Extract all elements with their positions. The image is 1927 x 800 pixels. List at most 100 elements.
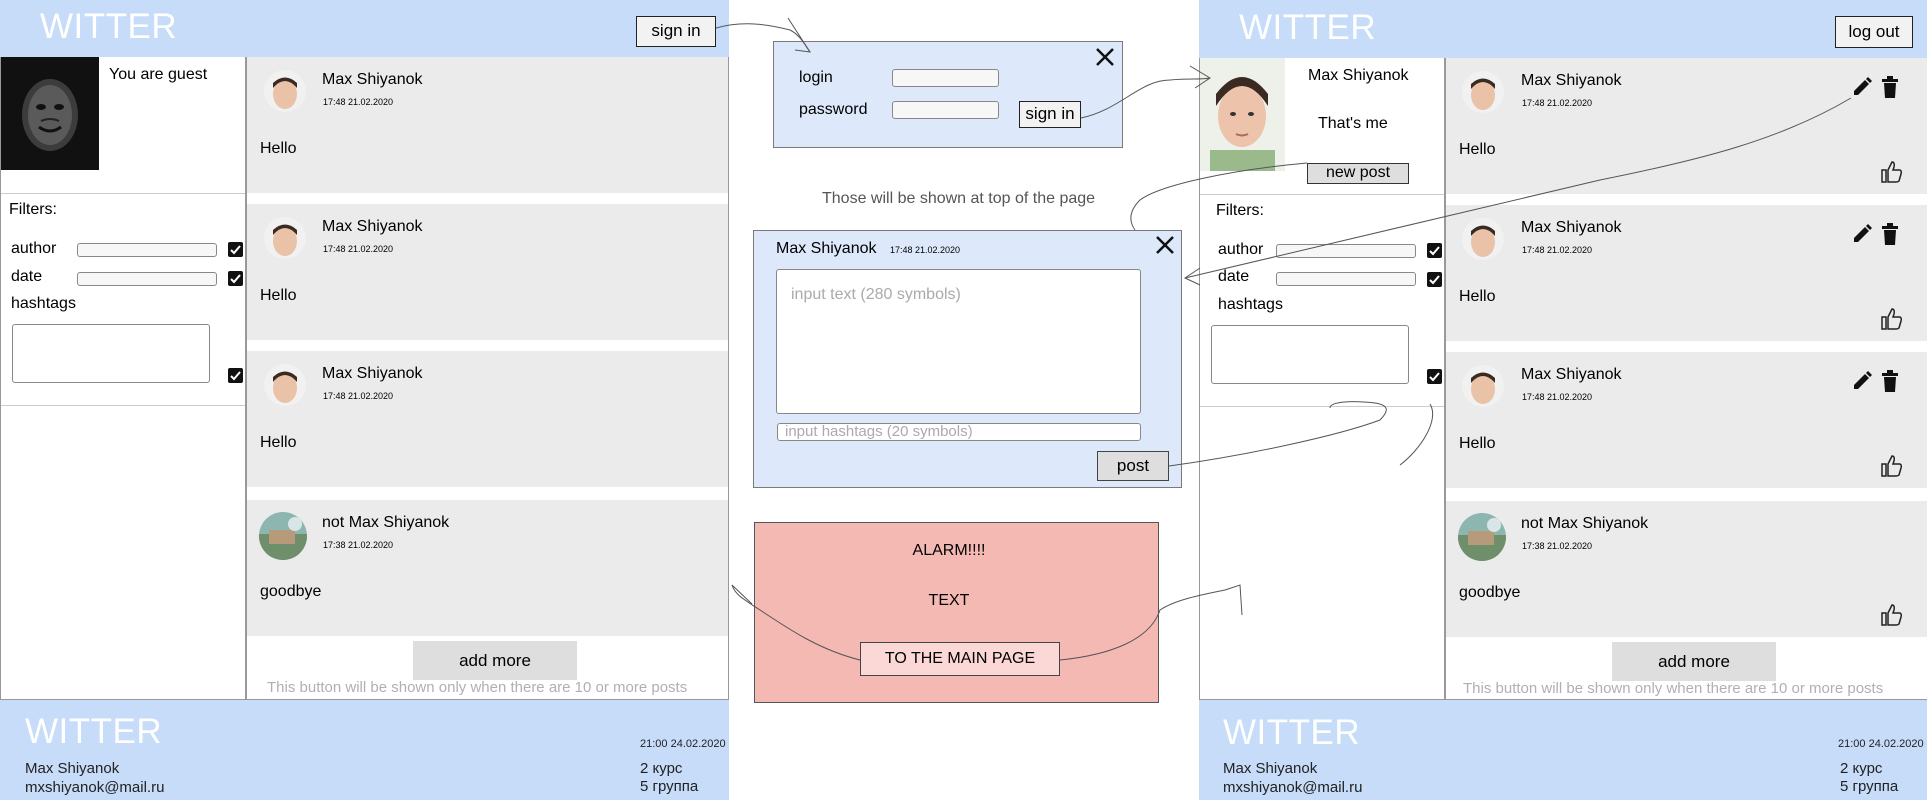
left-post-1-author: Max Shiyanok [322,71,423,88]
right-footer-name: Max Shiyanok [1223,760,1318,777]
left-post-2-avatar [264,217,306,259]
left-filters-title: Filters: [9,201,57,218]
new-post-hashtags-placeholder: input hashtags (20 symbols) [785,423,973,440]
login-dialog [773,41,1123,148]
right-post-3-time: 17:48 21.02.2020 [1522,392,1593,402]
right-post-2-like-icon[interactable] [1880,307,1904,336]
alarm-text: TEXT [928,592,970,609]
arrow-alarm-to-left-head [731,584,753,605]
new-post-time: 17:48 21.02.2020 [890,245,961,255]
left-add-more-button[interactable]: add more [413,641,577,680]
right-post-1-author: Max Shiyanok [1521,72,1622,89]
right-footer-datetime: 21:00 24.02.2020 [1838,738,1924,750]
login-submit-button[interactable]: sign in [1019,101,1081,128]
right-sidebar-divider [1200,194,1444,195]
right-author-input[interactable] [1276,244,1416,258]
left-sidebar-bottom-divider [1,405,245,406]
left-footer-course: 2 курс [640,760,683,777]
left-filter-date-label: date [11,268,43,285]
right-date-input[interactable] [1276,272,1416,286]
log-out-button[interactable]: log out [1835,16,1913,48]
left-post-3 [247,351,728,487]
right-post-2-delete-icon[interactable] [1880,223,1900,250]
right-sidebar-bottom-divider [1200,406,1444,407]
left-post-1-avatar [264,70,306,112]
left-filter-author-label: author [11,240,57,257]
right-post-4-author: not Max Shiyanok [1521,515,1649,532]
left-post-4-text: goodbye [260,583,322,600]
left-author-input[interactable] [77,243,217,257]
left-footer-name: Max Shiyanok [25,760,120,777]
left-post-4-author: not Max Shiyanok [322,514,450,531]
top-note: Those will be shown at top of the page [822,190,1096,207]
alarm-main-page-button[interactable]: TO THE MAIN PAGE [860,642,1060,676]
left-author-checkbox[interactable] [228,242,243,257]
right-post-4-like-icon[interactable] [1880,603,1904,632]
right-post-3-text: Hello [1459,435,1496,452]
new-post-text-placeholder: input text (280 symbols) [791,286,961,303]
new-post-button[interactable]: new post [1307,163,1409,184]
alarm-title: ALARM!!!! [912,542,986,559]
right-post-1-avatar [1462,71,1504,113]
right-post-1-delete-icon[interactable] [1880,76,1900,103]
right-date-checkbox[interactable] [1427,272,1442,287]
left-footer-email: mxshiyanok@mail.ru [25,779,165,796]
right-post-4-time: 17:38 21.02.2020 [1522,541,1593,551]
left-footer-logo: WITTER [25,712,163,751]
left-date-input[interactable] [77,272,217,286]
right-post-2-avatar [1462,218,1504,260]
left-post-2-text: Hello [260,287,297,304]
right-hashtags-checkbox[interactable] [1427,369,1442,384]
left-date-checkbox[interactable] [228,271,243,286]
right-post-2-text: Hello [1459,288,1496,305]
right-post-3-like-icon[interactable] [1880,454,1904,483]
new-post-close-icon[interactable] [1155,235,1175,255]
right-filter-date-label: date [1218,268,1250,285]
left-post-3-author: Max Shiyanok [322,365,423,382]
arrow-edit-to-dialog-head [1183,267,1201,286]
right-footer-group: 5 группа [1840,778,1899,795]
left-post-2 [247,204,728,340]
password-label: password [799,101,868,118]
right-post-2-time: 17:48 21.02.2020 [1522,245,1593,255]
password-input[interactable] [892,101,999,119]
new-post-hashtags-input[interactable]: input hashtags (20 symbols) [777,423,1141,441]
right-post-4 [1446,501,1927,637]
left-post-4-avatar [259,512,307,560]
right-post-2-edit-icon[interactable] [1851,223,1873,250]
right-filter-author-label: author [1218,241,1264,258]
new-post-text-input[interactable]: input text (280 symbols) [776,269,1141,414]
right-author-checkbox[interactable] [1427,243,1442,258]
left-post-3-time: 17:48 21.02.2020 [323,391,394,401]
right-post-3-delete-icon[interactable] [1880,370,1900,397]
left-add-more-note: This button will be shown only when ther… [267,679,688,696]
right-post-1-edit-icon[interactable] [1851,76,1873,103]
left-hashtags-textarea[interactable] [12,324,210,383]
login-input[interactable] [892,69,999,87]
right-add-more-button[interactable]: add more [1612,642,1776,681]
guest-label: You are guest [109,66,208,83]
left-post-4-time: 17:38 21.02.2020 [323,540,394,550]
left-header-logo: WITTER [40,7,178,46]
left-post-1-time: 17:48 21.02.2020 [323,97,394,107]
left-sign-in-button[interactable]: sign in [636,16,716,47]
new-post-author: Max Shiyanok [776,240,877,257]
left-filter-hashtags-label: hashtags [11,295,76,312]
left-hashtags-checkbox[interactable] [228,368,243,383]
user-avatar [1200,58,1285,171]
left-post-1-text: Hello [260,140,297,157]
right-post-4-text: goodbye [1459,584,1521,601]
left-post-3-text: Hello [260,434,297,451]
right-post-3-avatar [1462,365,1504,407]
left-post-4 [247,500,728,636]
new-post-submit-button[interactable]: post [1097,451,1169,481]
right-post-1-like-icon[interactable] [1880,160,1904,189]
right-add-more-note: This button will be shown only when ther… [1463,680,1884,697]
right-filters-title: Filters: [1216,202,1264,219]
login-dialog-close-icon[interactable] [1095,47,1115,67]
left-sidebar-divider [1,193,245,194]
left-post-1 [247,57,728,193]
right-post-3-edit-icon[interactable] [1851,370,1873,397]
right-hashtags-textarea[interactable] [1211,325,1409,384]
right-post-3-author: Max Shiyanok [1521,366,1622,383]
